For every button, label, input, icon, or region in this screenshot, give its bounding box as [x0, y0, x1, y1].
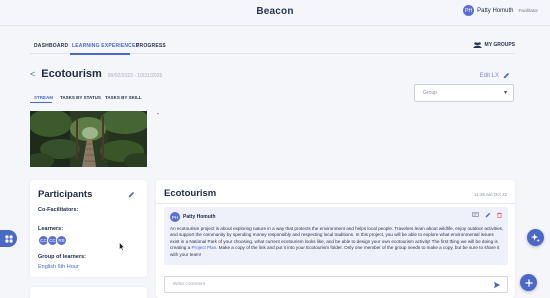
learner-avatar[interactable]: RB [56, 235, 67, 246]
cover-image [30, 111, 147, 167]
top-bar: Beacon PH Patty Homuth Facilitator [0, 0, 550, 26]
participants-panel: Participants Co-Facilitators: Learners: … [30, 180, 147, 277]
user-name: Patty Homuth [477, 7, 514, 14]
group-select[interactable]: Group ▾ [414, 84, 514, 102]
comment-input[interactable]: Write comment [164, 276, 508, 293]
secondary-panel [30, 287, 147, 298]
user-avatar[interactable]: PH [463, 5, 475, 16]
stream-panel: Ecotourism 11:26 am Oct 22 PH Patty Homu… [156, 180, 515, 298]
user-role: Facilitator [518, 8, 538, 13]
trash-icon[interactable] [497, 212, 502, 218]
ai-assistant-button[interactable] [527, 229, 544, 246]
post-card: PH Patty Homuth An ecotourism project is… [164, 207, 508, 265]
sparkle-icon [531, 233, 540, 242]
add-button[interactable] [520, 274, 537, 291]
comment-placeholder: Write comment [173, 282, 206, 287]
forest-boardwalk-image [30, 111, 147, 167]
chevron-down-icon: ▾ [503, 90, 507, 96]
send-icon[interactable] [493, 281, 501, 289]
tab-tasks-by-status[interactable]: TASKS BY STATUS [60, 95, 101, 100]
main-nav: DASHBOARD LEARNING EXPERIENCES PROGRESS … [30, 40, 515, 55]
user-menu[interactable]: PH Patty Homuth Facilitator [463, 5, 538, 16]
stream-tabs: STREAM TASKS BY STATUS TASKS BY SKILL [30, 93, 165, 103]
post-author: Patty Homuth [183, 214, 216, 220]
pencil-icon[interactable] [128, 191, 135, 198]
edit-lx-button[interactable]: Edit LX [480, 72, 510, 79]
pencil-icon [503, 72, 510, 79]
project-plan-link[interactable]: Project Plan [191, 245, 216, 250]
nav-dashboard[interactable]: DASHBOARD [34, 43, 68, 49]
tab-stream[interactable]: STREAM [34, 95, 53, 100]
post-author-avatar: PH [170, 212, 180, 222]
post-title: Ecotourism [164, 188, 217, 199]
group-of-learners-label: Group of learners: [38, 254, 86, 260]
post-body-text-end: . Make a copy of the link and put it int… [170, 245, 500, 257]
pencil-icon[interactable] [485, 212, 491, 218]
plus-icon [524, 278, 533, 287]
media-caption: - [157, 111, 159, 117]
page-title: Ecotourism [41, 68, 102, 80]
group-link[interactable]: English 6th Hour [38, 264, 79, 270]
post-timestamp: 11:26 am Oct 22 [474, 192, 507, 197]
nav-active-indicator [70, 53, 130, 55]
grid-icon [4, 234, 13, 243]
participants-title: Participants [38, 189, 93, 200]
apps-button[interactable] [0, 230, 17, 247]
edit-lx-label: Edit LX [479, 72, 499, 79]
post-actions [472, 212, 502, 218]
back-arrow-icon[interactable]: < [30, 69, 35, 79]
tab-tasks-by-skill[interactable]: TASKS BY SKILL [105, 95, 142, 100]
my-groups-button[interactable]: MY GROUPS [472, 42, 515, 48]
groups-icon [472, 42, 482, 48]
my-groups-label: MY GROUPS [484, 42, 515, 48]
group-select-placeholder: Group [423, 90, 437, 96]
post-body: An ecotourism project is about exploring… [170, 226, 504, 258]
nav-progress[interactable]: PROGRESS [136, 43, 166, 49]
mouse-cursor-icon [119, 242, 125, 251]
tab-active-indicator [30, 102, 52, 103]
co-facilitators-label: Co-Facilitators: [38, 207, 79, 213]
nav-learning-experiences[interactable]: LEARNING EXPERIENCES [72, 43, 139, 49]
learner-avatars: CC CC RB [38, 235, 67, 246]
learners-label: Learners: [38, 226, 64, 232]
divider [156, 203, 515, 204]
experience-dates: 09/02/2023 - 10/31/2025 [107, 73, 163, 79]
comment-icon[interactable] [472, 212, 479, 218]
experience-header: < Ecotourism 09/02/2023 - 10/31/2025 [30, 68, 162, 80]
